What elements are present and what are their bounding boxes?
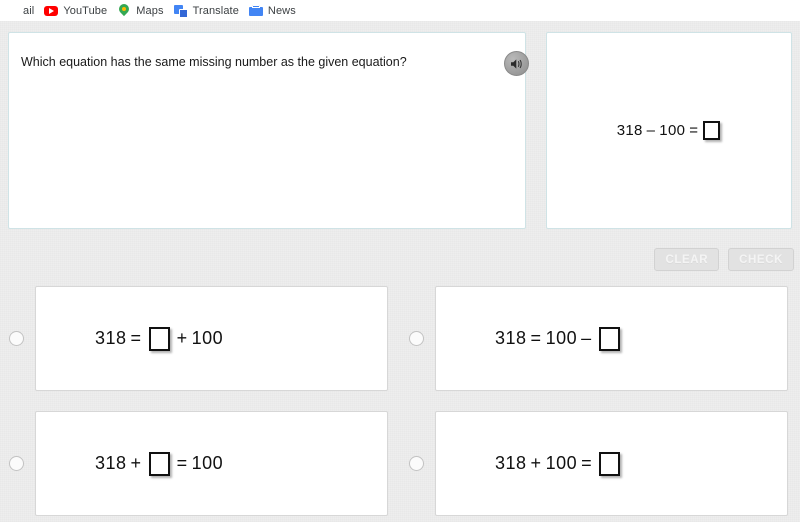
news-icon xyxy=(248,4,263,18)
option-equation-c: 318 + = 100 xyxy=(93,451,225,476)
equation-token: 100 xyxy=(191,328,224,348)
bookmark-youtube[interactable]: YouTube xyxy=(40,0,113,21)
equation-equals: = xyxy=(176,453,188,473)
option-card-a[interactable]: 318 = + 100 xyxy=(35,286,388,391)
options-row: 318 = + 100 318 = 100 – xyxy=(0,286,800,391)
bookmark-gmail[interactable]: ail xyxy=(0,0,40,21)
youtube-icon xyxy=(44,4,59,18)
option-cell-a: 318 = + 100 xyxy=(0,286,400,391)
equation-equals: = xyxy=(530,328,542,348)
answer-blank-box[interactable] xyxy=(703,121,721,140)
option-equation-b: 318 = 100 – xyxy=(493,326,625,351)
bookmark-label: Translate xyxy=(192,4,239,17)
given-equation: 318 – 100 = xyxy=(615,121,724,140)
answer-blank-box[interactable] xyxy=(148,326,170,351)
equation-equals: = xyxy=(689,122,699,139)
option-equation-d: 318 + 100 = xyxy=(493,451,625,476)
answer-options: 318 = + 100 318 = 100 – 318 + = 100 318 … xyxy=(0,286,800,516)
equation-token: 318 xyxy=(495,453,527,473)
equation-token: 318 xyxy=(495,328,527,348)
equation-token: 100 xyxy=(545,453,578,473)
bookmark-maps[interactable]: Maps xyxy=(113,0,169,21)
option-cell-c: 318 + = 100 xyxy=(0,411,400,516)
equation-equals: = xyxy=(581,453,593,473)
equation-operator: – xyxy=(646,122,656,139)
action-buttons: CLEAR CHECK xyxy=(654,248,794,271)
bookmark-label: Maps xyxy=(136,4,164,17)
clear-button[interactable]: CLEAR xyxy=(654,248,720,271)
answer-blank-box[interactable] xyxy=(148,451,170,476)
option-cell-b: 318 = 100 – xyxy=(400,286,800,391)
option-equation-a: 318 = + 100 xyxy=(93,326,225,351)
radio-option-a[interactable] xyxy=(9,331,24,346)
speaker-icon[interactable] xyxy=(504,51,529,76)
bookmark-label: YouTube xyxy=(63,4,108,17)
options-row: 318 + = 100 318 + 100 = xyxy=(0,411,800,516)
answer-blank-box[interactable] xyxy=(599,451,621,476)
maps-icon xyxy=(117,4,131,18)
question-panel: Which equation has the same missing numb… xyxy=(8,32,526,229)
equation-equals: = xyxy=(130,328,142,348)
option-card-c[interactable]: 318 + = 100 xyxy=(35,411,388,516)
gmail-icon xyxy=(4,4,18,18)
option-card-d[interactable]: 318 + 100 = xyxy=(435,411,788,516)
check-button[interactable]: CHECK xyxy=(728,248,794,271)
option-cell-d: 318 + 100 = xyxy=(400,411,800,516)
equation-token: 100 xyxy=(191,453,224,473)
given-equation-panel: 318 – 100 = xyxy=(546,32,792,229)
question-text: Which equation has the same missing numb… xyxy=(21,55,407,69)
equation-operator: + xyxy=(176,328,188,348)
bookmark-label: ail xyxy=(23,4,35,17)
equation-operator: + xyxy=(530,453,542,473)
bookmark-news[interactable]: News xyxy=(245,0,302,21)
bookmark-translate[interactable]: Translate xyxy=(170,0,245,21)
browser-bookmarks-bar: ail YouTube Maps Translate News xyxy=(0,0,800,21)
equation-token: 318 xyxy=(95,453,127,473)
radio-option-d[interactable] xyxy=(409,456,424,471)
equation-token: 100 xyxy=(659,122,686,139)
radio-option-b[interactable] xyxy=(409,331,424,346)
bookmark-label: News xyxy=(267,4,296,17)
answer-blank-box[interactable] xyxy=(598,326,620,351)
option-card-b[interactable]: 318 = 100 – xyxy=(435,286,788,391)
options-row-spacer xyxy=(0,391,800,411)
equation-token: 100 xyxy=(545,328,578,348)
translate-icon xyxy=(173,4,188,18)
equation-operator: – xyxy=(581,328,592,348)
radio-option-c[interactable] xyxy=(9,456,24,471)
equation-operator: + xyxy=(130,453,142,473)
quiz-page: Which equation has the same missing numb… xyxy=(0,21,800,522)
equation-token: 318 xyxy=(95,328,127,348)
equation-token: 318 xyxy=(616,122,643,139)
